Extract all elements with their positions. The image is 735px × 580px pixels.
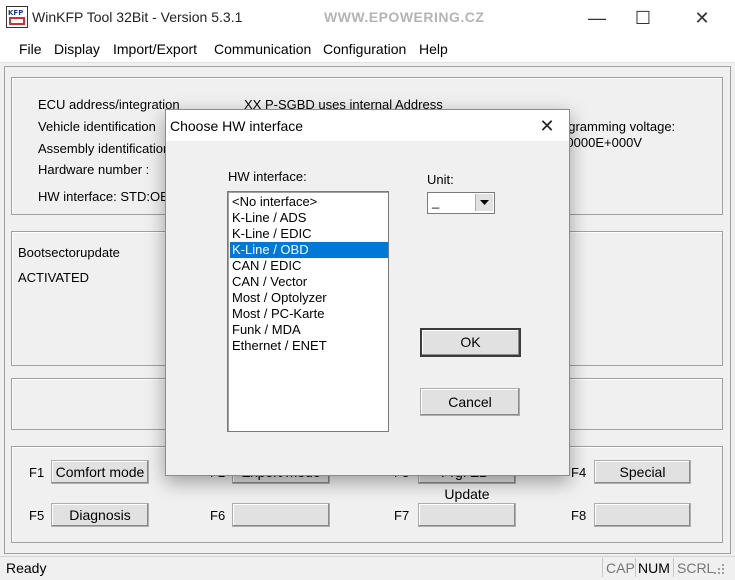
menu-file[interactable]: File bbox=[19, 41, 42, 57]
status-divider bbox=[635, 558, 636, 577]
f7-button[interactable] bbox=[418, 503, 516, 527]
list-item[interactable]: K-Line / EDIC bbox=[230, 226, 388, 242]
ecu-address-label: ECU address/integration bbox=[38, 97, 180, 112]
list-item[interactable]: CAN / EDIC bbox=[230, 258, 388, 274]
close-window-button[interactable]: ✕ bbox=[688, 8, 716, 28]
special-button[interactable]: Special bbox=[594, 460, 691, 484]
num-lock-indicator: NUM bbox=[638, 560, 670, 576]
menu-display[interactable]: Display bbox=[54, 41, 100, 57]
menu-configuration[interactable]: Configuration bbox=[323, 41, 406, 57]
menu-communication[interactable]: Communication bbox=[214, 41, 311, 57]
dialog-close-button[interactable]: ✕ bbox=[534, 114, 560, 138]
f5-key-label: F5 bbox=[29, 508, 45, 523]
chevron-down-icon[interactable] bbox=[475, 194, 493, 211]
f7-key-label: F7 bbox=[394, 508, 410, 523]
unit-label: Unit: bbox=[427, 172, 454, 187]
f6-key-label: F6 bbox=[210, 508, 226, 523]
scroll-lock-indicator: SCRL bbox=[677, 560, 715, 576]
svg-text:KFP: KFP bbox=[8, 9, 23, 17]
close-icon: ✕ bbox=[539, 116, 555, 136]
list-item[interactable]: Ethernet / ENET bbox=[230, 338, 388, 354]
f8-button[interactable] bbox=[594, 503, 691, 527]
hw-interface-listbox[interactable]: <No interface> K-Line / ADS K-Line / EDI… bbox=[227, 191, 389, 432]
bootsector-title: Bootsectorupdate bbox=[18, 245, 120, 260]
list-item[interactable]: Most / PC-Karte bbox=[230, 306, 388, 322]
hw-interface-status: HW interface: STD:OBD bbox=[38, 189, 179, 204]
window-title: WinKFP Tool 32Bit - Version 5.3.1 bbox=[32, 9, 243, 25]
bootsector-status: ACTIVATED bbox=[18, 270, 90, 285]
choose-hw-interface-dialog: Choose HW interface ✕ HW interface: <No … bbox=[165, 109, 570, 476]
comfort-mode-button[interactable]: Comfort mode bbox=[51, 460, 149, 484]
dialog-title: Choose HW interface bbox=[170, 118, 304, 134]
unit-dropdown[interactable]: _ bbox=[427, 192, 495, 214]
caps-lock-indicator: CAP bbox=[606, 560, 635, 576]
list-item-selected[interactable]: K-Line / OBD bbox=[230, 242, 388, 258]
f6-button[interactable] bbox=[232, 503, 330, 527]
close-icon: ✕ bbox=[694, 8, 710, 28]
unit-selected-value: _ bbox=[432, 194, 440, 209]
status-divider bbox=[602, 558, 603, 577]
list-item[interactable]: Funk / MDA bbox=[230, 322, 388, 338]
maximize-button[interactable]: ☐ bbox=[629, 8, 657, 28]
f1-key-label: F1 bbox=[29, 465, 45, 480]
cancel-button[interactable]: Cancel bbox=[420, 388, 520, 416]
menu-help[interactable]: Help bbox=[419, 41, 448, 57]
winkfp-app-icon[interactable]: KFP bbox=[6, 6, 28, 28]
status-text: Ready bbox=[6, 560, 47, 576]
list-item[interactable]: CAN / Vector bbox=[230, 274, 388, 290]
f4-key-label: F4 bbox=[571, 465, 587, 480]
assembly-identification-label: Assembly identification bbox=[38, 141, 171, 156]
list-item[interactable]: Most / Optolyzer bbox=[230, 290, 388, 306]
watermark-text: WWW.EPOWERING.CZ bbox=[324, 9, 485, 25]
hw-interface-list-label: HW interface: bbox=[228, 169, 307, 184]
resize-grip-icon[interactable] bbox=[712, 562, 726, 576]
minimize-icon: — bbox=[588, 8, 606, 28]
list-item[interactable]: <No interface> bbox=[230, 194, 388, 210]
status-divider bbox=[673, 558, 674, 577]
menu-import-export[interactable]: Import/Export bbox=[113, 41, 197, 57]
f8-key-label: F8 bbox=[571, 508, 587, 523]
list-item[interactable]: K-Line / ADS bbox=[230, 210, 388, 226]
ok-button[interactable]: OK bbox=[420, 328, 521, 357]
maximize-icon: ☐ bbox=[634, 8, 652, 28]
vehicle-identification-label: Vehicle identification bbox=[38, 119, 156, 134]
minimize-button[interactable]: — bbox=[583, 8, 611, 28]
diagnosis-button[interactable]: Diagnosis bbox=[51, 503, 149, 527]
hardware-number-label: Hardware number : bbox=[38, 162, 150, 177]
